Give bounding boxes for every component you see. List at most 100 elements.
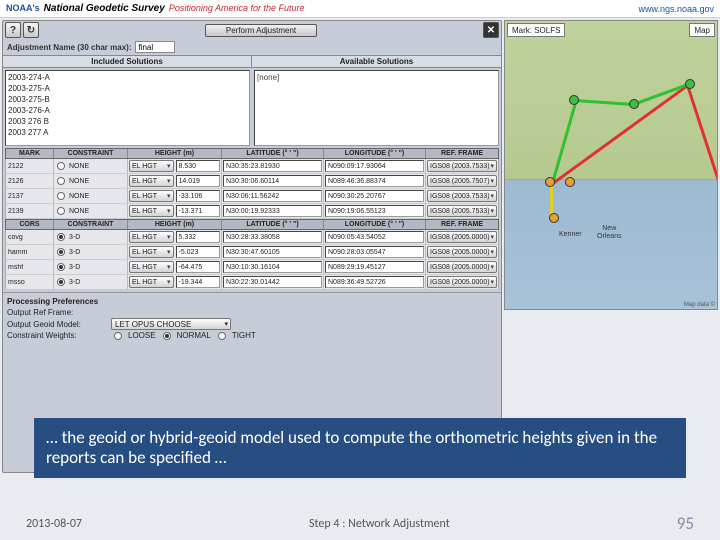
mark-cell: msso	[6, 279, 27, 286]
refframe-dropdown[interactable]: IGS08 (2003.7533)	[427, 160, 497, 172]
table-row: 2139NONEEL HGT-13.371N30:00:19.92333N090…	[5, 204, 499, 219]
constraint-radio[interactable]	[57, 162, 65, 170]
height-value[interactable]: -13.371	[176, 205, 221, 217]
map-marker[interactable]	[685, 79, 695, 89]
map-marker[interactable]	[549, 213, 559, 223]
city-label: NewOrleans	[597, 225, 622, 241]
constraint-radio[interactable]	[57, 177, 65, 185]
list-item[interactable]: [none]	[257, 72, 496, 83]
table-row: 2137 NONE EL HGT-33.106N30:06:11.56242N090…	[5, 189, 499, 204]
height-type-dropdown[interactable]: EL HGT	[129, 276, 174, 288]
lon-value[interactable]: N089:29:19.45127	[325, 261, 424, 273]
included-list[interactable]: 2003-274-A2003-275-A2003-275-B2003-276-A…	[5, 70, 250, 146]
refframe-dropdown[interactable]: IGS08 (2003.7533)	[427, 190, 497, 202]
height-value[interactable]: 14.019	[176, 175, 221, 187]
mark-cell: 2126	[6, 178, 26, 185]
lat-value[interactable]: N30:30:47.60105	[223, 246, 322, 258]
map-view-dropdown[interactable]: Map	[689, 23, 715, 37]
constraint-radio[interactable]	[57, 263, 65, 271]
lon-value[interactable]: N090:19:06.55123	[325, 205, 424, 217]
lat-value[interactable]: N30:00:19.92333	[223, 205, 322, 217]
radio-normal[interactable]	[163, 332, 171, 340]
mark-cell: 2137	[6, 193, 26, 200]
list-item[interactable]: 2003 276 B	[8, 116, 247, 127]
height-value[interactable]: -33.106	[176, 190, 221, 202]
close-button[interactable]: ✕	[483, 22, 499, 38]
list-item[interactable]: 2003-274-A	[8, 72, 247, 83]
lat-value[interactable]: N30:06:11.56242	[223, 190, 322, 202]
weights-label: Constraint Weights:	[7, 331, 107, 340]
mark-cell: covg	[6, 234, 25, 241]
radio-loose[interactable]	[114, 332, 122, 340]
radio-tight[interactable]	[218, 332, 226, 340]
constraint-cell: NONE	[67, 193, 91, 200]
perform-adjustment-button[interactable]: Perform Adjustment	[205, 24, 317, 37]
height-value[interactable]: 5.332	[176, 231, 221, 243]
height-value[interactable]: -19.344	[176, 276, 221, 288]
lon-value[interactable]: N090:30:25.20767	[325, 190, 424, 202]
height-value[interactable]: -5.023	[176, 246, 221, 258]
col-height: HEIGHT (m)	[128, 149, 222, 158]
mark-cell: hamm	[6, 249, 29, 256]
height-type-dropdown[interactable]: EL HGT	[129, 175, 174, 187]
lat-value[interactable]: N30:22:30.01442	[223, 276, 322, 288]
prefs-title: Processing Preferences	[7, 297, 497, 306]
lon-value[interactable]: N089:46:36.88374	[325, 175, 424, 187]
refframe-dropdown[interactable]: IGS08 (2005.0000)	[427, 231, 497, 243]
lat-value[interactable]: N30:28:33.38058	[223, 231, 322, 243]
col-height2: HEIGHT (m)	[128, 220, 222, 229]
lon-value[interactable]: N090:05:43.54052	[325, 231, 424, 243]
lat-value[interactable]: N30:30:06.60114	[223, 175, 322, 187]
refresh-button[interactable]: ↻	[23, 22, 39, 38]
list-item[interactable]: 2003 277 A	[8, 127, 247, 138]
cors-table: CORS CONSTRAINT HEIGHT (m) LATITUDE (° '…	[3, 219, 501, 290]
constraint-radio[interactable]	[57, 248, 65, 256]
mark-filter-dropdown[interactable]: Mark: SOLFS	[507, 23, 565, 37]
help-button[interactable]: ?	[5, 22, 21, 38]
height-type-dropdown[interactable]: EL HGT	[129, 190, 174, 202]
processing-preferences: Processing Preferences Output Ref Frame:…	[3, 292, 501, 343]
app-header: NOAA's National Geodetic Survey Position…	[0, 0, 720, 18]
constraint-cell: NONE	[67, 178, 91, 185]
refframe-dropdown[interactable]: IGS08 (2005.0000)	[427, 261, 497, 273]
col-latitude: LATITUDE (° ' ")	[222, 149, 324, 158]
height-type-dropdown[interactable]: EL HGT	[129, 205, 174, 217]
constraint-radio[interactable]	[57, 192, 65, 200]
lon-value[interactable]: N089:36:49.52726	[325, 276, 424, 288]
refframe-dropdown[interactable]: IGS08 (2005.0000)	[427, 246, 497, 258]
map-marker[interactable]	[565, 177, 575, 187]
lat-value[interactable]: N30:35:23.81930	[223, 160, 322, 172]
height-type-dropdown[interactable]: EL HGT	[129, 160, 174, 172]
height-value[interactable]: 8.530	[176, 160, 221, 172]
list-item[interactable]: 2003-276-A	[8, 105, 247, 116]
list-item[interactable]: 2003-275-A	[8, 83, 247, 94]
constraint-radio[interactable]	[57, 233, 65, 241]
col-refframe2: REF. FRAME	[426, 220, 498, 229]
map-marker[interactable]	[545, 177, 555, 187]
refframe-dropdown[interactable]: IGS08 (2005.7507)	[427, 175, 497, 187]
refframe-dropdown[interactable]: IGS08 (2005.7533)	[427, 205, 497, 217]
height-type-dropdown[interactable]: EL HGT	[129, 231, 174, 243]
available-list[interactable]: [none]	[254, 70, 499, 146]
lon-value[interactable]: N090:09:17.93064	[325, 160, 424, 172]
adj-name-input[interactable]	[135, 41, 175, 53]
height-value[interactable]: -64.475	[176, 261, 221, 273]
map-marker[interactable]	[569, 95, 579, 105]
lat-value[interactable]: N30:10:30.16104	[223, 261, 322, 273]
constraint-cell: NONE	[67, 208, 91, 215]
constraint-cell: 3-D	[67, 249, 82, 256]
geoid-model-dropdown[interactable]: LET OPUS CHOOSE	[111, 318, 231, 330]
height-type-dropdown[interactable]: EL HGT	[129, 246, 174, 258]
height-type-dropdown[interactable]: EL HGT	[129, 261, 174, 273]
lon-value[interactable]: N090:28:03.05547	[325, 246, 424, 258]
refframe-dropdown[interactable]: IGS08 (2005.0000)	[427, 276, 497, 288]
constraint-radio[interactable]	[57, 278, 65, 286]
constraint-radio[interactable]	[57, 207, 65, 215]
map-marker[interactable]	[629, 99, 639, 109]
footer-step: Step 4 : Network Adjustment	[309, 517, 450, 531]
map-view[interactable]: Mark: SOLFS Map NewOrleans Kenner Map da…	[504, 20, 718, 310]
col-constraint2: CONSTRAINT	[54, 220, 128, 229]
table-row: msso3-DEL HGT-19.344N30:22:30.01442N089:…	[5, 275, 499, 290]
available-header: Available Solutions	[252, 56, 501, 67]
list-item[interactable]: 2003-275-B	[8, 94, 247, 105]
